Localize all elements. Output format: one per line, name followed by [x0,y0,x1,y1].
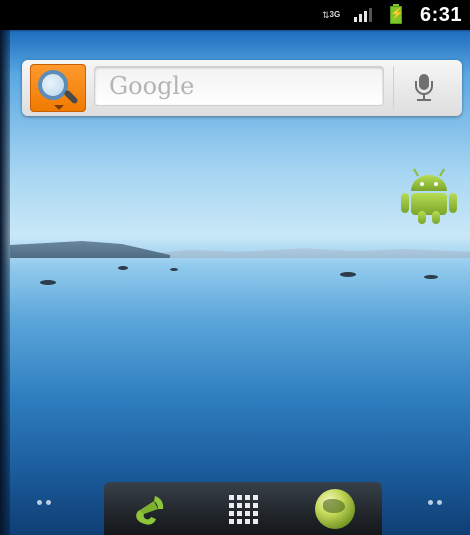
signal-strength-icon [353,8,372,22]
app-drawer-button[interactable] [220,488,266,530]
data-arrows-icon: ⇅ 3G [321,10,341,20]
microphone-icon [412,72,436,102]
rock [118,266,128,270]
battery-charging-icon [389,4,402,24]
voice-search-button[interactable] [393,66,454,108]
search-input[interactable]: Google [94,66,384,106]
android-robot-icon[interactable] [390,163,468,225]
far-hills [140,248,470,258]
rock [424,275,438,279]
dock [104,482,382,535]
shoreline [10,241,170,258]
page-indicator-left[interactable] [37,500,51,505]
status-bar[interactable]: ⇅ 3G 6:31 [0,0,470,30]
phone-handset-icon [136,496,164,525]
google-search-widget: Google [22,60,462,116]
rock [340,272,356,277]
dropdown-arrow-icon [54,105,64,110]
magnifier-icon [38,70,68,100]
browser-globe-icon [315,489,355,529]
browser-button[interactable] [312,488,358,530]
app-drawer-grid-icon [228,494,258,524]
rock [40,280,56,285]
phone-button[interactable] [126,488,172,530]
network-type-label: 3G [329,10,341,19]
page-indicator-right[interactable] [428,500,442,505]
rock [170,268,178,271]
clock: 6:31 [419,3,462,26]
search-engine-button[interactable] [30,64,86,112]
android-home-screen: ⇅ 3G 6:31 Google [0,0,470,535]
